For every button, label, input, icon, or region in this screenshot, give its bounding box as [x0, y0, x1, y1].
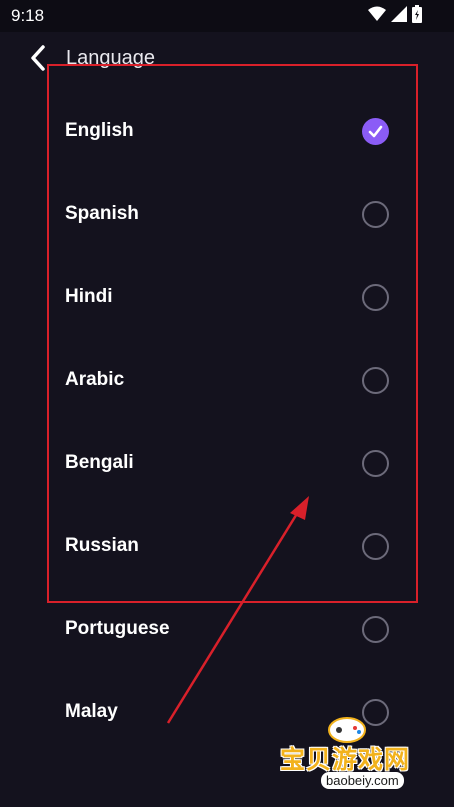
language-item-russian[interactable]: Russian	[0, 505, 454, 588]
battery-charging-icon	[412, 4, 422, 28]
page-title: Language	[66, 47, 155, 69]
language-label: Hindi	[65, 286, 113, 307]
chevron-left-icon	[31, 45, 45, 71]
radio-unchecked[interactable]	[362, 284, 389, 311]
radio-unchecked[interactable]	[362, 367, 389, 394]
watermark-url: baobeiy.com	[321, 772, 404, 789]
wifi-icon	[368, 6, 386, 27]
language-label: Bengali	[65, 452, 134, 473]
status-time: 9:18	[11, 6, 45, 25]
watermark-name: 宝贝游戏网	[280, 746, 411, 774]
app-header: Language	[0, 32, 454, 88]
back-button[interactable]	[22, 42, 54, 74]
status-bar: 9:18	[0, 0, 454, 32]
checkmark-icon	[368, 125, 383, 138]
watermark-logo: 宝贝游戏网 baobeiy.com	[270, 712, 454, 807]
language-label: Portuguese	[65, 618, 170, 639]
radio-unchecked[interactable]	[362, 616, 389, 643]
radio-unchecked[interactable]	[362, 533, 389, 560]
language-item-hindi[interactable]: Hindi	[0, 256, 454, 339]
language-label: Russian	[65, 535, 139, 556]
language-item-english[interactable]: English	[0, 90, 454, 173]
radio-unchecked[interactable]	[362, 201, 389, 228]
language-item-bengali[interactable]: Bengali	[0, 422, 454, 505]
cellular-signal-icon	[391, 5, 407, 27]
language-label: Spanish	[65, 203, 139, 224]
language-item-arabic[interactable]: Arabic	[0, 339, 454, 422]
language-label: Malay	[65, 701, 118, 722]
status-icons	[368, 4, 422, 28]
radio-unchecked[interactable]	[362, 450, 389, 477]
language-label: English	[65, 120, 134, 141]
radio-checked[interactable]	[362, 118, 389, 145]
language-item-spanish[interactable]: Spanish	[0, 173, 454, 256]
language-item-portuguese[interactable]: Portuguese	[0, 588, 454, 671]
language-label: Arabic	[65, 369, 125, 390]
